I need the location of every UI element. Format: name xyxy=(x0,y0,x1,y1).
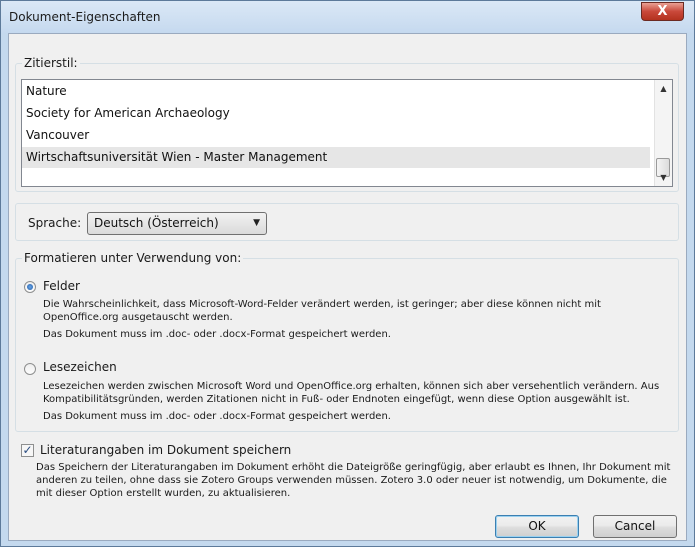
ok-button[interactable]: OK xyxy=(495,515,579,538)
radio-bookmarks[interactable] xyxy=(24,363,36,375)
store-refs-label[interactable]: Literaturangaben im Dokument speichern xyxy=(40,443,291,457)
language-select[interactable]: Deutsch (Österreich) ▼ xyxy=(87,212,267,235)
store-refs-description-3: mit dieser Option erstellt wurden, zu ak… xyxy=(36,488,291,499)
language-label: Sprache: xyxy=(28,216,82,230)
citation-style-legend: Zitierstil: xyxy=(22,56,80,70)
check-icon: ✓ xyxy=(22,443,33,457)
dialog-window: Dokument-Eigenschaften X Zitierstil: Nat… xyxy=(0,0,695,547)
store-refs-checkbox[interactable]: ✓ xyxy=(21,444,34,457)
citation-style-list[interactable]: Nature Society for American Archaeology … xyxy=(21,79,673,187)
format-group: Formatieren unter Verwendung von: Felder… xyxy=(15,251,679,432)
bookmarks-description-cont: Kompatibilitätsgründen, werden Zitatione… xyxy=(43,394,630,405)
radio-fields[interactable] xyxy=(24,281,36,293)
radio-bookmarks-label[interactable]: Lesezeichen xyxy=(43,360,117,374)
language-value: Deutsch (Österreich) xyxy=(94,216,219,230)
list-item[interactable]: Nature xyxy=(22,81,650,102)
fields-description: Die Wahrscheinlichkeit, dass Microsoft-W… xyxy=(43,299,601,310)
list-item-selected[interactable]: Wirtschaftsuniversität Wien - Master Man… xyxy=(22,147,650,168)
radio-fields-label[interactable]: Felder xyxy=(43,279,80,293)
bookmarks-note: Das Dokument muss im .doc- oder .docx-Fo… xyxy=(43,411,391,422)
store-refs-description: Das Speichern der Literaturangaben im Do… xyxy=(36,462,671,473)
window-title: Dokument-Eigenschaften xyxy=(9,10,161,24)
list-scrollbar[interactable]: ▲ ▼ xyxy=(654,80,672,186)
language-group: Sprache: Deutsch (Österreich) ▼ xyxy=(15,203,679,241)
list-item[interactable]: Vancouver xyxy=(22,125,650,146)
scroll-down-icon[interactable]: ▼ xyxy=(655,169,672,186)
cancel-button[interactable]: Cancel xyxy=(593,515,677,538)
scroll-up-icon[interactable]: ▲ xyxy=(655,80,672,97)
close-icon: X xyxy=(657,4,668,19)
store-refs-description-2: anderen zu teilen, ohne dass sie Zotero … xyxy=(36,475,667,486)
close-button[interactable]: X xyxy=(641,2,684,21)
bookmarks-description: Lesezeichen werden zwischen Microsoft Wo… xyxy=(43,381,660,392)
format-legend: Formatieren unter Verwendung von: xyxy=(22,251,244,265)
fields-description-cont: OpenOffice.org ausgetauscht werden. xyxy=(43,312,233,323)
citation-style-group: Zitierstil: Nature Society for American … xyxy=(15,56,679,192)
dialog-body: Zitierstil: Nature Society for American … xyxy=(8,33,687,541)
title-bar[interactable]: Dokument-Eigenschaften X xyxy=(1,1,694,33)
chevron-down-icon: ▼ xyxy=(253,218,260,228)
fields-note: Das Dokument muss im .doc- oder .docx-Fo… xyxy=(43,329,391,340)
list-item[interactable]: Society for American Archaeology xyxy=(22,103,650,124)
